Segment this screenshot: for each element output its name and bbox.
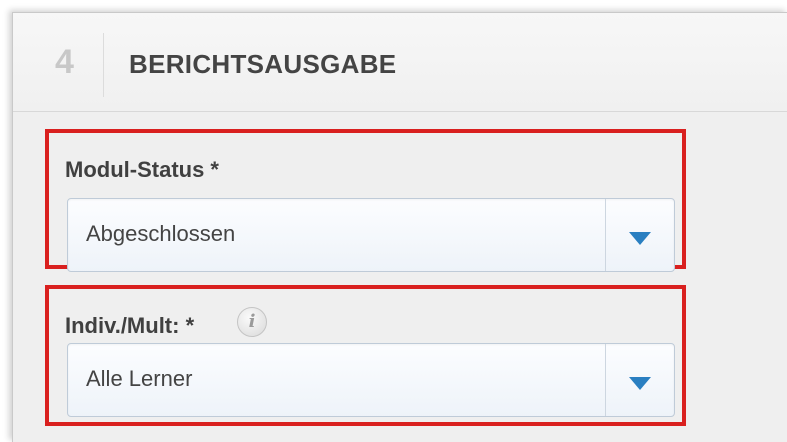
chevron-down-icon (629, 232, 651, 245)
modul-status-select[interactable]: Abgeschlossen (67, 198, 675, 272)
chevron-down-icon (629, 377, 651, 390)
indiv-mult-field-group: Indiv./Mult: * i Alle Lerner (45, 285, 686, 426)
modul-status-label: Modul-Status * (65, 157, 219, 182)
modul-status-selected-value: Abgeschlossen (86, 221, 236, 246)
section-header: 4 BERICHTSAUSGABE (13, 13, 787, 112)
modul-status-dropdown-button[interactable] (606, 199, 674, 271)
step-divider (103, 33, 104, 97)
section-title: BERICHTSAUSGABE (129, 49, 397, 79)
indiv-mult-dropdown-button[interactable] (606, 344, 674, 416)
indiv-mult-selected-value: Alle Lerner (86, 366, 193, 391)
info-icon[interactable]: i (237, 307, 267, 337)
indiv-mult-select[interactable]: Alle Lerner (67, 343, 675, 417)
modul-status-field-group: Modul-Status * Abgeschlossen (45, 129, 686, 272)
indiv-mult-label: Indiv./Mult: * (65, 313, 195, 338)
step-number: 4 (55, 43, 74, 81)
report-output-panel: 4 BERICHTSAUSGABE Modul-Status * Abgesch… (12, 12, 787, 442)
